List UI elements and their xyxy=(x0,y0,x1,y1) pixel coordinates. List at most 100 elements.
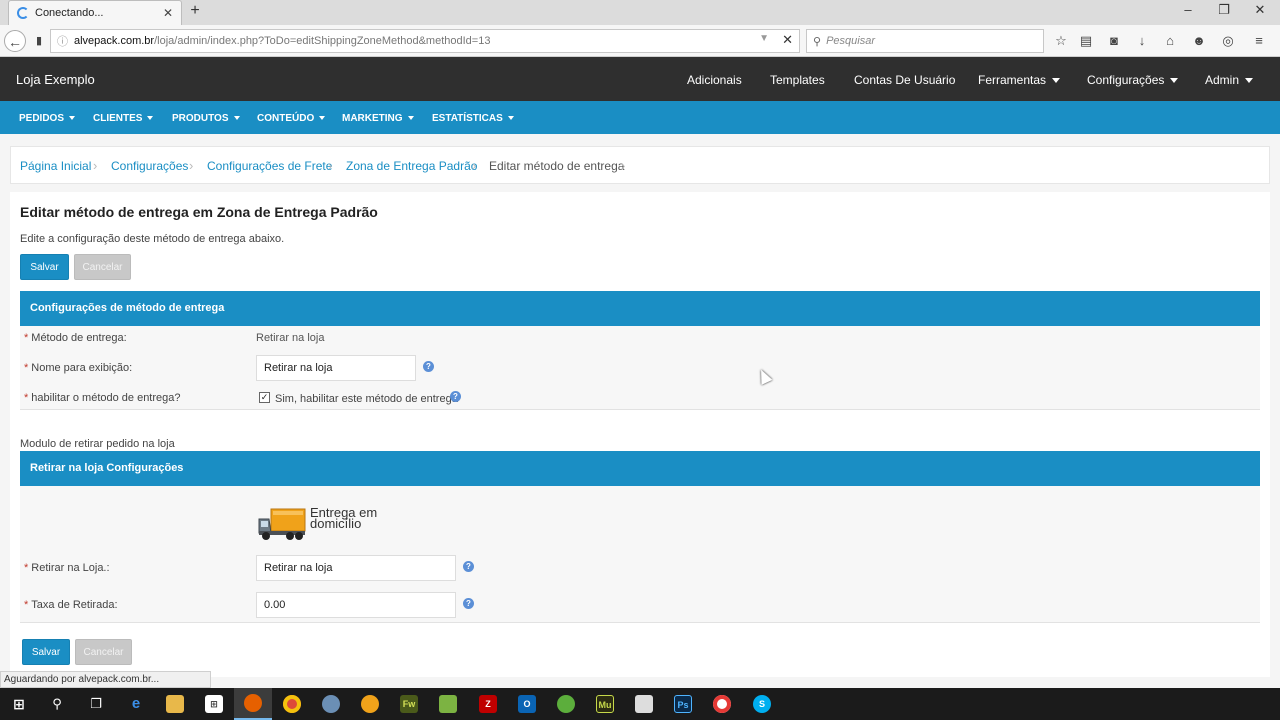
nav-settings[interactable]: Configurações xyxy=(1087,73,1179,87)
photoshop-icon[interactable]: Ps xyxy=(664,688,702,720)
menu-content[interactable]: CONTEÚDO xyxy=(257,113,326,124)
caret-down-icon xyxy=(147,116,154,121)
chat-icon[interactable]: ☻ xyxy=(1190,33,1208,51)
chrome-icon[interactable] xyxy=(273,688,311,720)
menu-customers[interactable]: CLIENTES xyxy=(93,113,154,124)
help-icon[interactable]: ? xyxy=(450,391,461,402)
firefox-icon[interactable] xyxy=(234,688,272,720)
save-button-bottom[interactable]: Salvar xyxy=(22,639,70,665)
tab-title: Conectando... xyxy=(35,7,104,19)
edge-icon[interactable]: e xyxy=(117,688,155,720)
app-icon[interactable] xyxy=(351,688,389,720)
history-icon[interactable]: ▮ xyxy=(28,30,50,52)
fireworks-icon[interactable]: Fw xyxy=(390,688,428,720)
enable-checkbox[interactable]: ✓ xyxy=(259,392,270,403)
menu-orders[interactable]: PEDIDOS xyxy=(19,113,76,124)
nav-admin-label: Admin xyxy=(1205,73,1240,87)
pickup-fee-field[interactable]: 0.00 xyxy=(256,592,456,618)
file-explorer-icon[interactable] xyxy=(156,688,194,720)
display-name-field[interactable]: Retirar na loja xyxy=(256,355,416,381)
outlook-icon[interactable]: O xyxy=(508,688,546,720)
extension-icon[interactable]: ◎ xyxy=(1219,33,1237,51)
menu-statistics[interactable]: ESTATÍSTICAS xyxy=(432,113,514,124)
browser-tab[interactable]: Conectando... ✕ xyxy=(8,0,182,25)
minimize-icon[interactable]: – xyxy=(1173,2,1203,17)
bookmarks-list-icon[interactable]: ▤ xyxy=(1077,33,1095,51)
address-bar[interactable]: ⓘ alvepack.com.br/loja/admin/index.php?T… xyxy=(50,29,800,53)
nav-tools[interactable]: Ferramentas xyxy=(978,73,1061,87)
new-tab-icon[interactable]: + xyxy=(188,2,202,20)
required-marker: * xyxy=(24,562,29,574)
search-icon: ⚲ xyxy=(813,35,822,48)
url-dropdown-icon[interactable]: ▼ xyxy=(759,33,769,44)
app-icon[interactable] xyxy=(547,688,585,720)
module-note: Modulo de retirar pedido na loja xyxy=(20,438,175,450)
app-icon[interactable] xyxy=(703,688,741,720)
nav-admin[interactable]: Admin xyxy=(1205,73,1254,87)
caret-down-icon xyxy=(1170,78,1179,84)
nav-adicionais[interactable]: Adicionais xyxy=(687,73,742,87)
windows-start-icon[interactable]: ⊞ xyxy=(0,688,38,720)
fee-label-text: Taxa de Retirada: xyxy=(31,599,118,611)
display-name-label: * Nome para exibição: xyxy=(24,362,132,374)
display-name-label-text: Nome para exibição: xyxy=(31,362,133,374)
main-menu: PEDIDOS CLIENTES PRODUTOS CONTEÚDO MARKE… xyxy=(0,101,1280,134)
method-label-text: Método de entrega: xyxy=(31,332,127,344)
menu-icon[interactable]: ≡ xyxy=(1250,33,1268,51)
filezilla-icon[interactable]: Z xyxy=(469,688,507,720)
breadcrumb-settings[interactable]: Configurações xyxy=(111,159,188,173)
app-icon[interactable] xyxy=(429,688,467,720)
chevron-right-icon: › xyxy=(328,158,333,173)
caret-down-icon xyxy=(233,116,240,121)
nav-settings-label: Configurações xyxy=(1087,73,1165,87)
pickup-label-text: Retirar na Loja.: xyxy=(31,562,110,574)
menu-products[interactable]: PRODUTOS xyxy=(172,113,240,124)
required-marker: * xyxy=(24,362,29,374)
cancel-button-bottom[interactable]: Cancelar xyxy=(75,639,132,665)
downloads-icon[interactable]: ↓ xyxy=(1133,33,1151,51)
breadcrumb-current: Editar método de entrega xyxy=(489,159,625,173)
breadcrumb-zone[interactable]: Zona de Entrega Padrão xyxy=(346,159,477,173)
maximize-icon[interactable]: ❐ xyxy=(1209,2,1239,18)
search-icon[interactable]: ⚲ xyxy=(38,688,76,720)
pickup-name-field[interactable]: Retirar na loja xyxy=(256,555,456,581)
cancel-button[interactable]: Cancelar xyxy=(74,254,131,280)
browser-tab-bar: Conectando... ✕ + – ❐ ✕ xyxy=(0,0,1280,25)
chevron-right-icon: › xyxy=(472,158,477,173)
stop-loading-icon[interactable]: ✕ xyxy=(782,32,793,48)
task-view-icon[interactable]: ❐ xyxy=(77,688,115,720)
back-arrow-icon[interactable]: ← xyxy=(4,30,26,52)
pickup-settings-header: Retirar na loja Configurações xyxy=(20,451,1260,486)
skype-icon[interactable]: S xyxy=(743,688,781,720)
app-icon[interactable] xyxy=(625,688,663,720)
home-icon[interactable]: ⌂ xyxy=(1161,33,1179,51)
help-icon[interactable]: ? xyxy=(423,361,434,372)
caret-down-icon xyxy=(69,116,76,121)
close-window-icon[interactable]: ✕ xyxy=(1245,2,1275,18)
required-marker: * xyxy=(24,392,29,404)
store-name[interactable]: Loja Exemplo xyxy=(16,72,95,87)
info-icon: ⓘ xyxy=(57,36,68,48)
muse-icon[interactable]: Mu xyxy=(586,688,624,720)
help-icon[interactable]: ? xyxy=(463,561,474,572)
breadcrumb-shipping-settings[interactable]: Configurações de Frete xyxy=(207,159,332,173)
caret-down-icon xyxy=(319,116,326,121)
bookmark-star-icon[interactable]: ☆ xyxy=(1052,33,1070,51)
chevron-right-icon: › xyxy=(93,158,98,173)
menu-products-label: PRODUTOS xyxy=(172,113,229,124)
close-tab-icon[interactable]: ✕ xyxy=(163,6,173,20)
nav-user-accounts[interactable]: Contas De Usuário xyxy=(854,73,955,87)
nav-templates[interactable]: Templates xyxy=(770,73,825,87)
admin-header: Loja Exemplo Adicionais Templates Contas… xyxy=(0,57,1280,101)
save-button[interactable]: Salvar xyxy=(20,254,69,280)
help-icon[interactable]: ? xyxy=(463,598,474,609)
pickup-label: * Retirar na Loja.: xyxy=(24,562,110,574)
breadcrumb-home[interactable]: Página Inicial xyxy=(20,159,91,173)
search-input[interactable]: ⚲ Pesquisar xyxy=(806,29,1044,53)
store-icon[interactable]: ⊞ xyxy=(195,688,233,720)
menu-marketing[interactable]: MARKETING xyxy=(342,113,414,124)
pocket-icon[interactable]: ◙ xyxy=(1105,33,1123,51)
fee-label: * Taxa de Retirada: xyxy=(24,599,118,611)
app-icon[interactable] xyxy=(312,688,350,720)
enable-label-text: habilitar o método de entrega? xyxy=(31,392,181,404)
